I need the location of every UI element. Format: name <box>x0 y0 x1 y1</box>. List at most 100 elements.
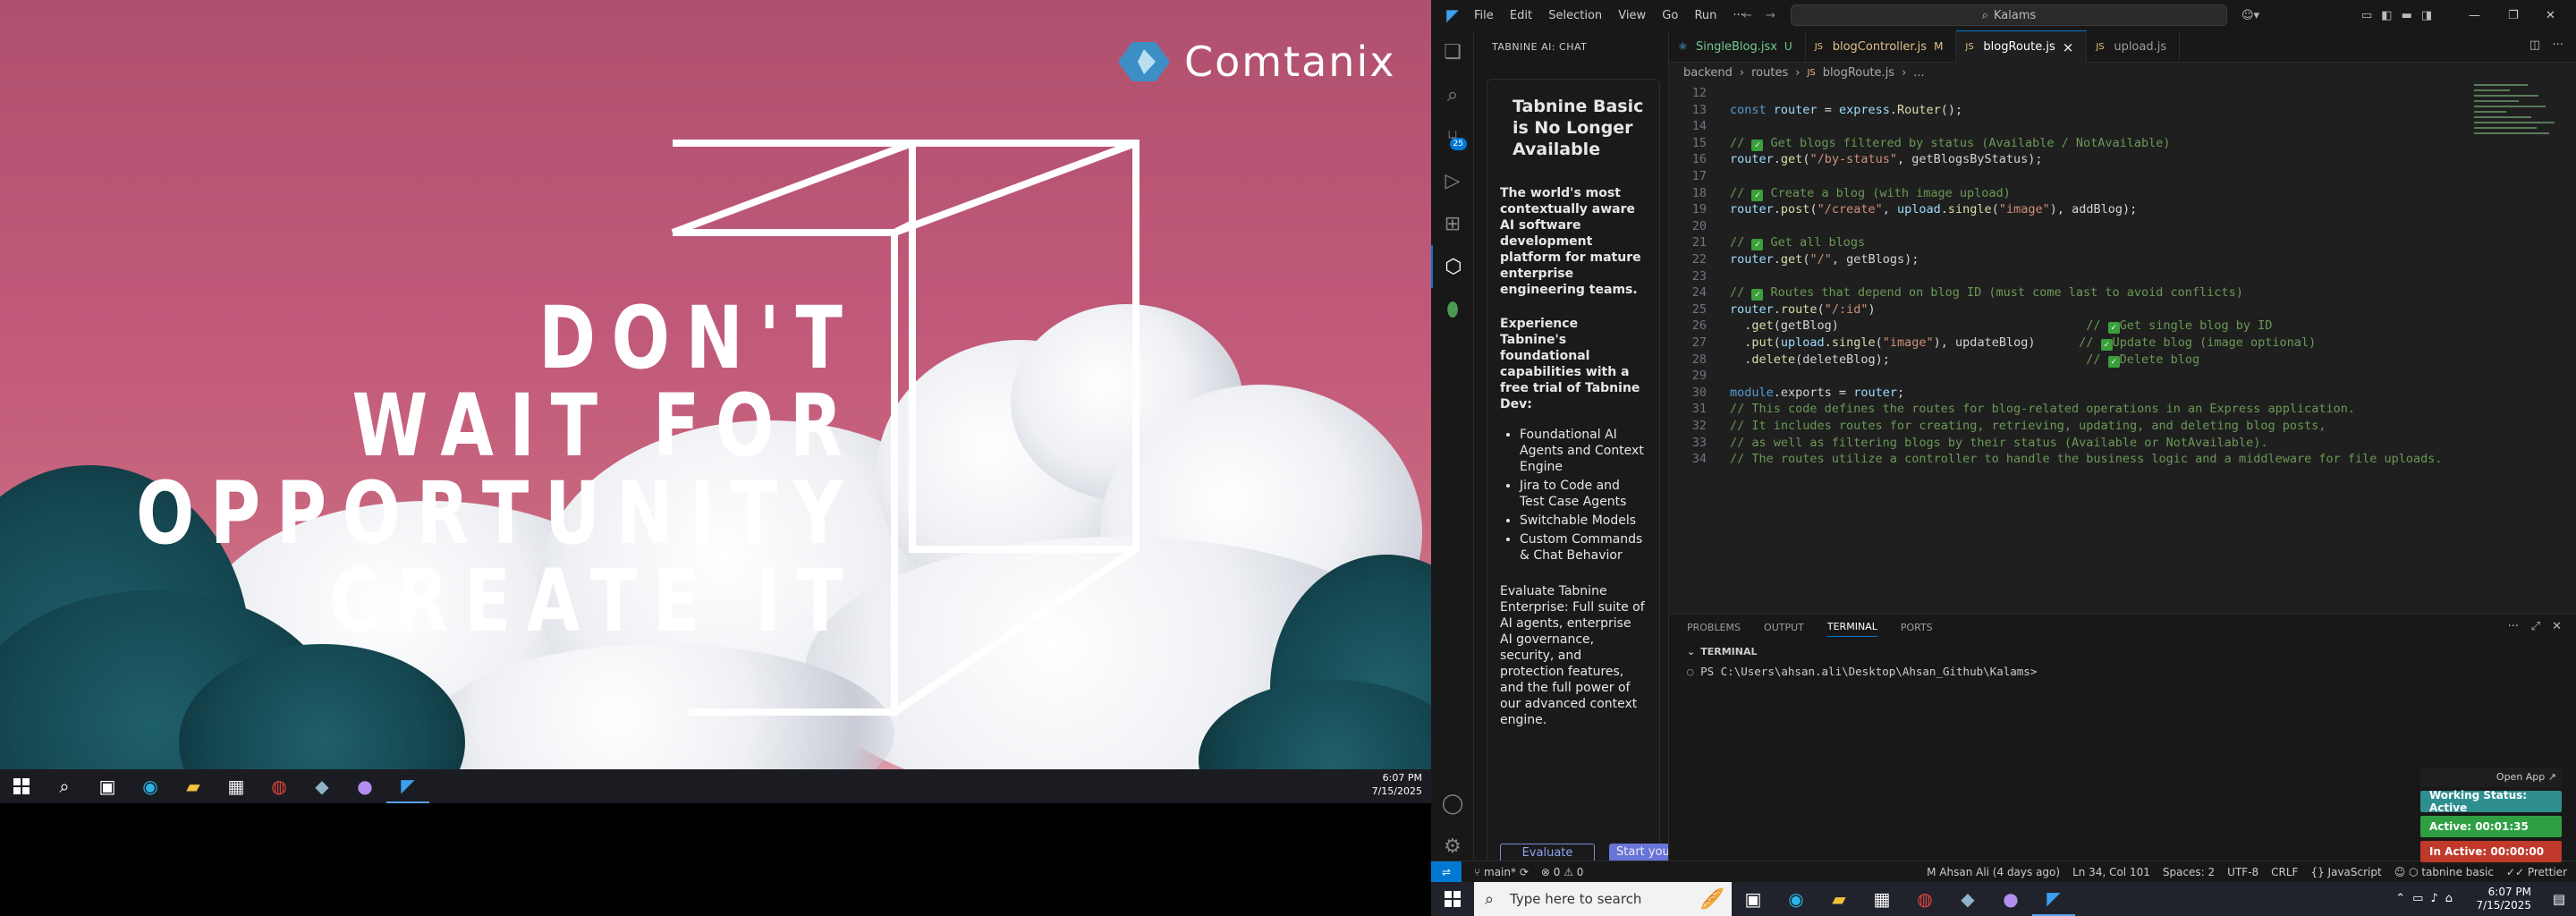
vscode-taskbar-button[interactable]: ◤ <box>386 769 429 803</box>
store-taskbar-button[interactable]: ▦ <box>215 769 258 803</box>
start-button[interactable] <box>0 769 43 803</box>
menu-file[interactable]: File <box>1474 9 1494 22</box>
inactive-timer: In Active: 00:00:00 <box>2420 841 2562 862</box>
more-actions-icon[interactable]: ··· <box>2553 38 2563 52</box>
line-number: 33 <box>1691 435 1707 450</box>
indent-status[interactable]: Spaces: 2 <box>2163 866 2215 878</box>
github-taskbar-button[interactable]: ● <box>1989 882 2032 916</box>
tab-ports[interactable]: PORTS <box>1901 622 1933 633</box>
open-app-button[interactable]: Open App ↗ <box>2420 768 2562 787</box>
tab-problems[interactable]: PROBLEMS <box>1687 622 1741 633</box>
menu-run[interactable]: Run <box>1694 9 1716 22</box>
mongodb-icon[interactable]: ⬮ <box>1431 288 1474 331</box>
chrome-taskbar-button[interactable]: ◍ <box>1903 882 1946 916</box>
tab-label: blogRoute.js <box>1983 40 2055 54</box>
start-button[interactable] <box>1431 882 1474 916</box>
prettier-status[interactable]: ✓✓ Prettier <box>2506 866 2567 878</box>
search-button[interactable]: ⌕ <box>43 769 86 803</box>
menu-go[interactable]: Go <box>1662 9 1678 22</box>
task-view-button[interactable]: ▣ <box>1732 882 1775 916</box>
tab-terminal[interactable]: TERMINAL <box>1826 621 1877 637</box>
quote-line-1: DON'T <box>538 288 859 388</box>
minimize-icon[interactable]: — <box>2469 9 2480 22</box>
account-icon[interactable]: ◯ <box>1431 782 1474 825</box>
eol-status[interactable]: CRLF <box>2271 866 2298 878</box>
breadcrumb-item[interactable]: ... <box>1913 66 1924 80</box>
tabnine-status[interactable]: ☺ ⬡ tabnine basic <box>2394 866 2494 878</box>
code-line: router.post("/create", upload.single("im… <box>1730 202 2138 217</box>
cursor-position[interactable]: Ln 34, Col 101 <box>2072 866 2150 878</box>
taskbar-search-input[interactable]: ⌕ Type here to search 🥖 <box>1474 882 1732 916</box>
edge-taskbar-button[interactable]: ◉ <box>129 769 172 803</box>
task-view-button[interactable]: ▣ <box>86 769 129 803</box>
terminal-header[interactable]: ⌄ TERMINAL <box>1669 641 2576 661</box>
code-line: // It includes routes for creating, retr… <box>1730 419 2326 433</box>
tab-close-icon[interactable]: × <box>2063 39 2074 55</box>
close-icon[interactable]: ✕ <box>2546 9 2555 22</box>
line-number: 22 <box>1691 252 1707 267</box>
remote-icon[interactable]: ⇌ <box>1431 861 1462 883</box>
breadcrumb-item[interactable]: routes <box>1751 66 1788 80</box>
edge-taskbar-button[interactable]: ◉ <box>1775 882 1818 916</box>
tray-icons[interactable]: ⌃▭♪⌂ <box>2395 892 2460 905</box>
left-clock[interactable]: 6:07 PM 7/15/2025 <box>1372 771 1422 798</box>
store-icon: ▦ <box>1873 888 1891 910</box>
problems-status[interactable]: ⊗ 0 ⚠ 0 <box>1541 866 1584 878</box>
tabnine-status-label: tabnine basic <box>2421 865 2494 878</box>
evaluate-enterprise-button[interactable]: Evaluate enterprise <box>1500 844 1595 861</box>
app-taskbar-button[interactable]: ◆ <box>301 769 343 803</box>
explorer-taskbar-button[interactable]: ▰ <box>1818 882 1860 916</box>
tab-blogcontroller[interactable]: JS blogController.js M <box>1806 30 1957 63</box>
run-debug-icon[interactable]: ▷ <box>1431 159 1474 202</box>
explorer-icon[interactable]: ❏ <box>1431 30 1474 73</box>
right-clock[interactable]: 6:07 PM 7/15/2025 <box>2476 886 2531 912</box>
tab-singleblog[interactable]: ⚛ SingleBlog.jsx U <box>1669 30 1806 63</box>
menu-view[interactable]: View <box>1618 9 1646 22</box>
edge-icon: ◉ <box>142 776 158 797</box>
active-timer: Active: 00:01:35 <box>2420 816 2562 837</box>
desktop-wallpaper: Comtanix DON'T WAIT FOR OPPORTUNITY CREA… <box>0 0 1431 769</box>
source-control-icon[interactable]: ⑂25 <box>1431 116 1474 159</box>
panel-more-icon[interactable]: ··· <box>2508 620 2519 633</box>
layout-icons[interactable]: ▭◧▬◨ <box>2361 9 2441 22</box>
encoding-status[interactable]: UTF-8 <box>2227 866 2258 878</box>
menu-edit[interactable]: Edit <box>1510 9 1532 22</box>
forward-arrow-icon[interactable]: → <box>1766 9 1775 22</box>
tabnine-icon[interactable]: ⬡ <box>1431 245 1474 288</box>
vscode-taskbar-button[interactable]: ◤ <box>2032 882 2075 916</box>
close-panel-icon[interactable]: ✕ <box>2552 620 2562 633</box>
search-view-icon[interactable]: ⌕ <box>1431 73 1474 116</box>
terminal-output[interactable]: ○ PS C:\Users\ahsan.ali\Desktop\Ahsan_Gi… <box>1687 665 2037 678</box>
chrome-taskbar-button[interactable]: ◍ <box>258 769 301 803</box>
code-line: router.route("/:id") <box>1730 301 1876 317</box>
explorer-taskbar-button[interactable]: ▰ <box>172 769 215 803</box>
command-center-search[interactable]: ⌕ Kalams <box>1791 4 2227 26</box>
tab-upload[interactable]: JS upload.js <box>2087 30 2181 63</box>
breadcrumb-item[interactable]: blogRoute.js <box>1823 66 1894 80</box>
restore-icon[interactable]: ❐ <box>2508 9 2519 22</box>
extensions-icon[interactable]: ⊞ <box>1431 202 1474 245</box>
tab-output[interactable]: OUTPUT <box>1764 622 1804 633</box>
github-taskbar-button[interactable]: ● <box>343 769 386 803</box>
menu-selection[interactable]: Selection <box>1548 9 1602 22</box>
app-taskbar-button[interactable]: ◆ <box>1946 882 1989 916</box>
tab-blogroute[interactable]: JS blogRoute.js × <box>1956 30 2088 63</box>
start-dev-trial-button[interactable]: Start your Dev trial <box>1609 844 1668 861</box>
minimap[interactable] <box>2472 82 2558 145</box>
activity-bar: ❏ ⌕ ⑂25 ▷ ⊞ ⬡ ⬮ ◯ ⚙ <box>1431 30 1474 861</box>
notification-icon[interactable]: ▤ <box>2553 891 2565 907</box>
copilot-icon[interactable]: ☺▾ <box>2241 9 2259 22</box>
maximize-panel-icon[interactable]: ⤢ <box>2531 620 2540 633</box>
branch-status[interactable]: ⑂ main* ⟳ <box>1474 866 1529 878</box>
code-editor[interactable]: 12 13 const router = express.Router(); 14 15… <box>1669 82 2576 614</box>
git-blame-status[interactable]: M Ahsan Ali (4 days ago) <box>1927 866 2060 878</box>
back-arrow-icon[interactable]: ← <box>1742 9 1752 22</box>
task-view-icon: ▣ <box>1744 888 1762 910</box>
split-editor-icon[interactable]: ◫ <box>2529 38 2540 52</box>
breadcrumb-item[interactable]: backend <box>1683 66 1733 80</box>
language-status[interactable]: {} JavaScript <box>2310 866 2381 878</box>
search-highlight-icon: 🥖 <box>1699 887 1724 911</box>
store-taskbar-button[interactable]: ▦ <box>1860 882 1903 916</box>
feature-list: Foundational AI Agents and Context Engin… <box>1520 427 1647 564</box>
line-number: 32 <box>1691 419 1707 433</box>
